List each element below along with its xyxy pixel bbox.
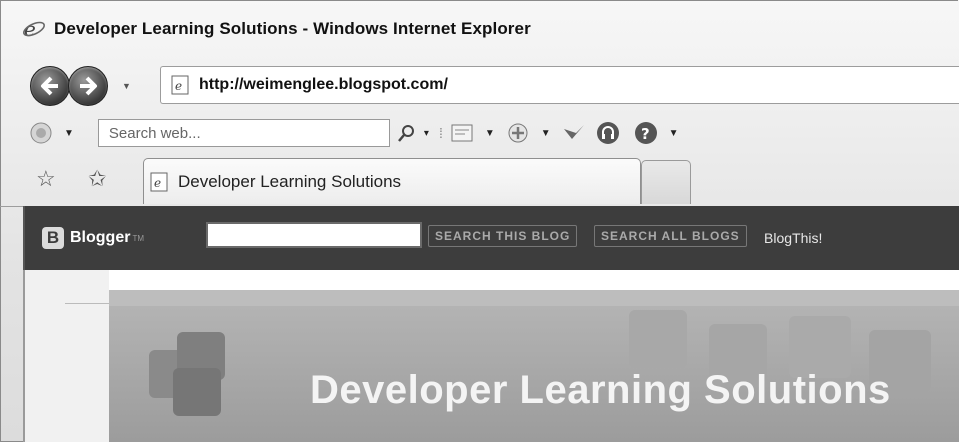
forward-button[interactable] (68, 66, 108, 106)
blogger-navbar: B Blogger TM SEARCH THIS BLOG SEARCH ALL… (23, 206, 959, 270)
recent-pages-dropdown-icon[interactable]: ▼ (122, 81, 131, 91)
search-icon[interactable] (394, 120, 420, 146)
blogger-b-icon: B (42, 227, 64, 249)
back-button[interactable] (30, 66, 70, 106)
headset-icon[interactable] (595, 120, 621, 146)
new-tab-button[interactable] (641, 160, 691, 204)
chevron-down-icon[interactable]: ▼ (541, 128, 551, 139)
chevron-down-icon[interactable]: ▼ (669, 128, 679, 139)
browser-window: e Developer Learning Solutions - Windows… (0, 0, 959, 442)
search-input[interactable]: Search web... (97, 119, 390, 147)
search-all-blogs-button[interactable]: SEARCH ALL BLOGS (594, 225, 747, 247)
blog-header (109, 290, 959, 442)
forward-arrow-icon (80, 76, 97, 96)
svg-text:e: e (175, 79, 182, 93)
help-icon[interactable]: ? (633, 120, 659, 146)
header-top-band (109, 290, 959, 306)
tab-label: Developer Learning Solutions (178, 171, 402, 191)
separator-handle-icon: ⁞ (438, 125, 443, 141)
window-title: Developer Learning Solutions - Windows I… (54, 19, 531, 38)
favorites-star-icon[interactable]: ☆ (36, 166, 56, 192)
decorative-square (173, 368, 221, 416)
blogthis-link[interactable]: BlogThis! (764, 230, 822, 246)
trademark-mark: TM (132, 233, 145, 243)
chevron-down-icon[interactable]: ▼ (64, 128, 74, 139)
search-options-dropdown-icon[interactable]: ▾ (424, 128, 429, 139)
add-icon[interactable] (505, 120, 531, 146)
toolbar: ▼ Search web... ▾ ⁞ ▼ ▼ ? ▼ (28, 116, 959, 150)
svg-text:?: ? (641, 125, 650, 143)
blogger-logo[interactable]: B Blogger TM (42, 227, 144, 249)
search-this-blog-button[interactable]: SEARCH THIS BLOG (428, 225, 578, 247)
address-bar[interactable]: e http://weimenglee.blogspot.com/ (160, 66, 959, 104)
ie-logo-icon: e (23, 17, 45, 41)
page-icon: e (171, 75, 189, 95)
blog-title[interactable]: Developer Learning Solutions (310, 368, 891, 413)
nav-bar: ▼ (30, 64, 131, 108)
decorative-square (629, 310, 687, 368)
blog-search-input[interactable] (206, 222, 422, 248)
svg-text:e: e (154, 176, 161, 190)
blogger-logo-text: Blogger (70, 229, 131, 246)
address-url[interactable]: http://weimenglee.blogspot.com/ (199, 76, 448, 94)
title-bar: e Developer Learning Solutions - Windows… (22, 14, 531, 44)
add-favorites-star-icon[interactable]: ✩ (88, 166, 106, 192)
tab-developer-learning-solutions[interactable]: e Developer Learning Solutions (143, 158, 641, 204)
bird-icon[interactable] (561, 120, 587, 146)
back-arrow-icon (41, 76, 58, 96)
page-icon: e (150, 172, 168, 191)
chevron-down-icon[interactable]: ▼ (485, 128, 495, 139)
toolbar-menu-icon[interactable] (28, 120, 54, 146)
page-tools-icon[interactable] (449, 120, 475, 146)
